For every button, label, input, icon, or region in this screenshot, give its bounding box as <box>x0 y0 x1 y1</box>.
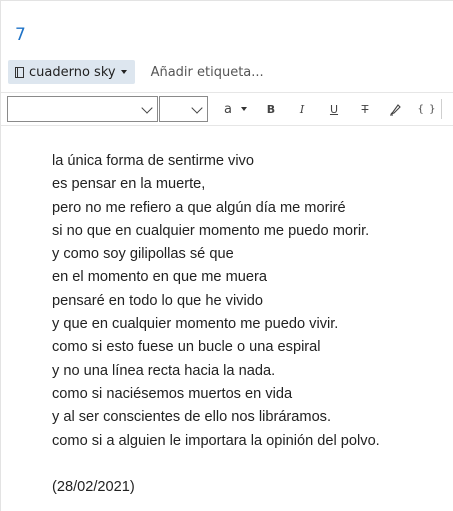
highlighter-icon <box>389 103 401 116</box>
note-editor: 7 cuaderno sky Añadir etiqueta... a B I … <box>0 0 453 511</box>
text-color-dropdown[interactable] <box>239 99 249 119</box>
notebook-icon <box>15 66 24 78</box>
strikethrough-button[interactable]: T <box>358 99 372 119</box>
font-size-select[interactable] <box>159 96 208 122</box>
tag-bar: cuaderno sky Añadir etiqueta... <box>8 60 264 84</box>
text-line: en el momento en que me muera <box>52 269 267 286</box>
note-date: (28/02/2021) <box>52 479 135 496</box>
text-line: como si naciésemos muertos en vida <box>52 385 293 402</box>
bold-button[interactable]: B <box>264 99 278 119</box>
text-line: y como soy gilipollas sé que <box>52 246 234 263</box>
text-line: pensaré en todo lo que he vivido <box>52 292 263 309</box>
code-button[interactable]: { } <box>417 99 437 119</box>
chevron-down-icon <box>191 102 203 114</box>
formatting-toolbar: a B I U T { } <box>1 92 453 126</box>
italic-button[interactable]: I <box>295 99 309 119</box>
text-line: como si esto fuese un bucle o una espira… <box>52 339 321 356</box>
chevron-down-icon <box>120 70 127 74</box>
notebook-label: cuaderno sky <box>29 64 116 80</box>
text-line: la única forma de sentirme vivo <box>52 153 254 169</box>
text-line: si no que en cualquier momento me puedo … <box>52 222 370 239</box>
note-title[interactable]: 7 <box>15 25 26 45</box>
font-family-select[interactable] <box>7 96 158 122</box>
underline-button[interactable]: U <box>327 99 341 119</box>
text-line: es pensar en la muerte, <box>52 176 206 193</box>
poem-lines: la única forma de sentirme vivo es pensar… <box>52 150 380 453</box>
toolbar-divider <box>441 99 442 119</box>
text-line: como si a alguien le importara la opinió… <box>52 432 380 449</box>
chevron-down-icon <box>141 102 153 114</box>
text-color-button[interactable]: a <box>221 99 235 119</box>
add-tag-input[interactable]: Añadir etiqueta... <box>151 65 264 80</box>
text-line: y al ser conscientes de ello nos librára… <box>52 409 332 426</box>
note-body[interactable]: la única forma de sentirme vivo es pensar… <box>52 150 380 499</box>
highlight-button[interactable] <box>387 99 403 119</box>
text-line: y no una línea recta hacia la nada. <box>52 362 276 379</box>
notebook-selector-button[interactable]: cuaderno sky <box>8 60 135 84</box>
text-line: pero no me refiero a que algún día me mo… <box>52 199 346 216</box>
caret-down-icon <box>241 107 247 111</box>
text-line: y que en cualquier momento me puedo vivi… <box>52 316 339 333</box>
